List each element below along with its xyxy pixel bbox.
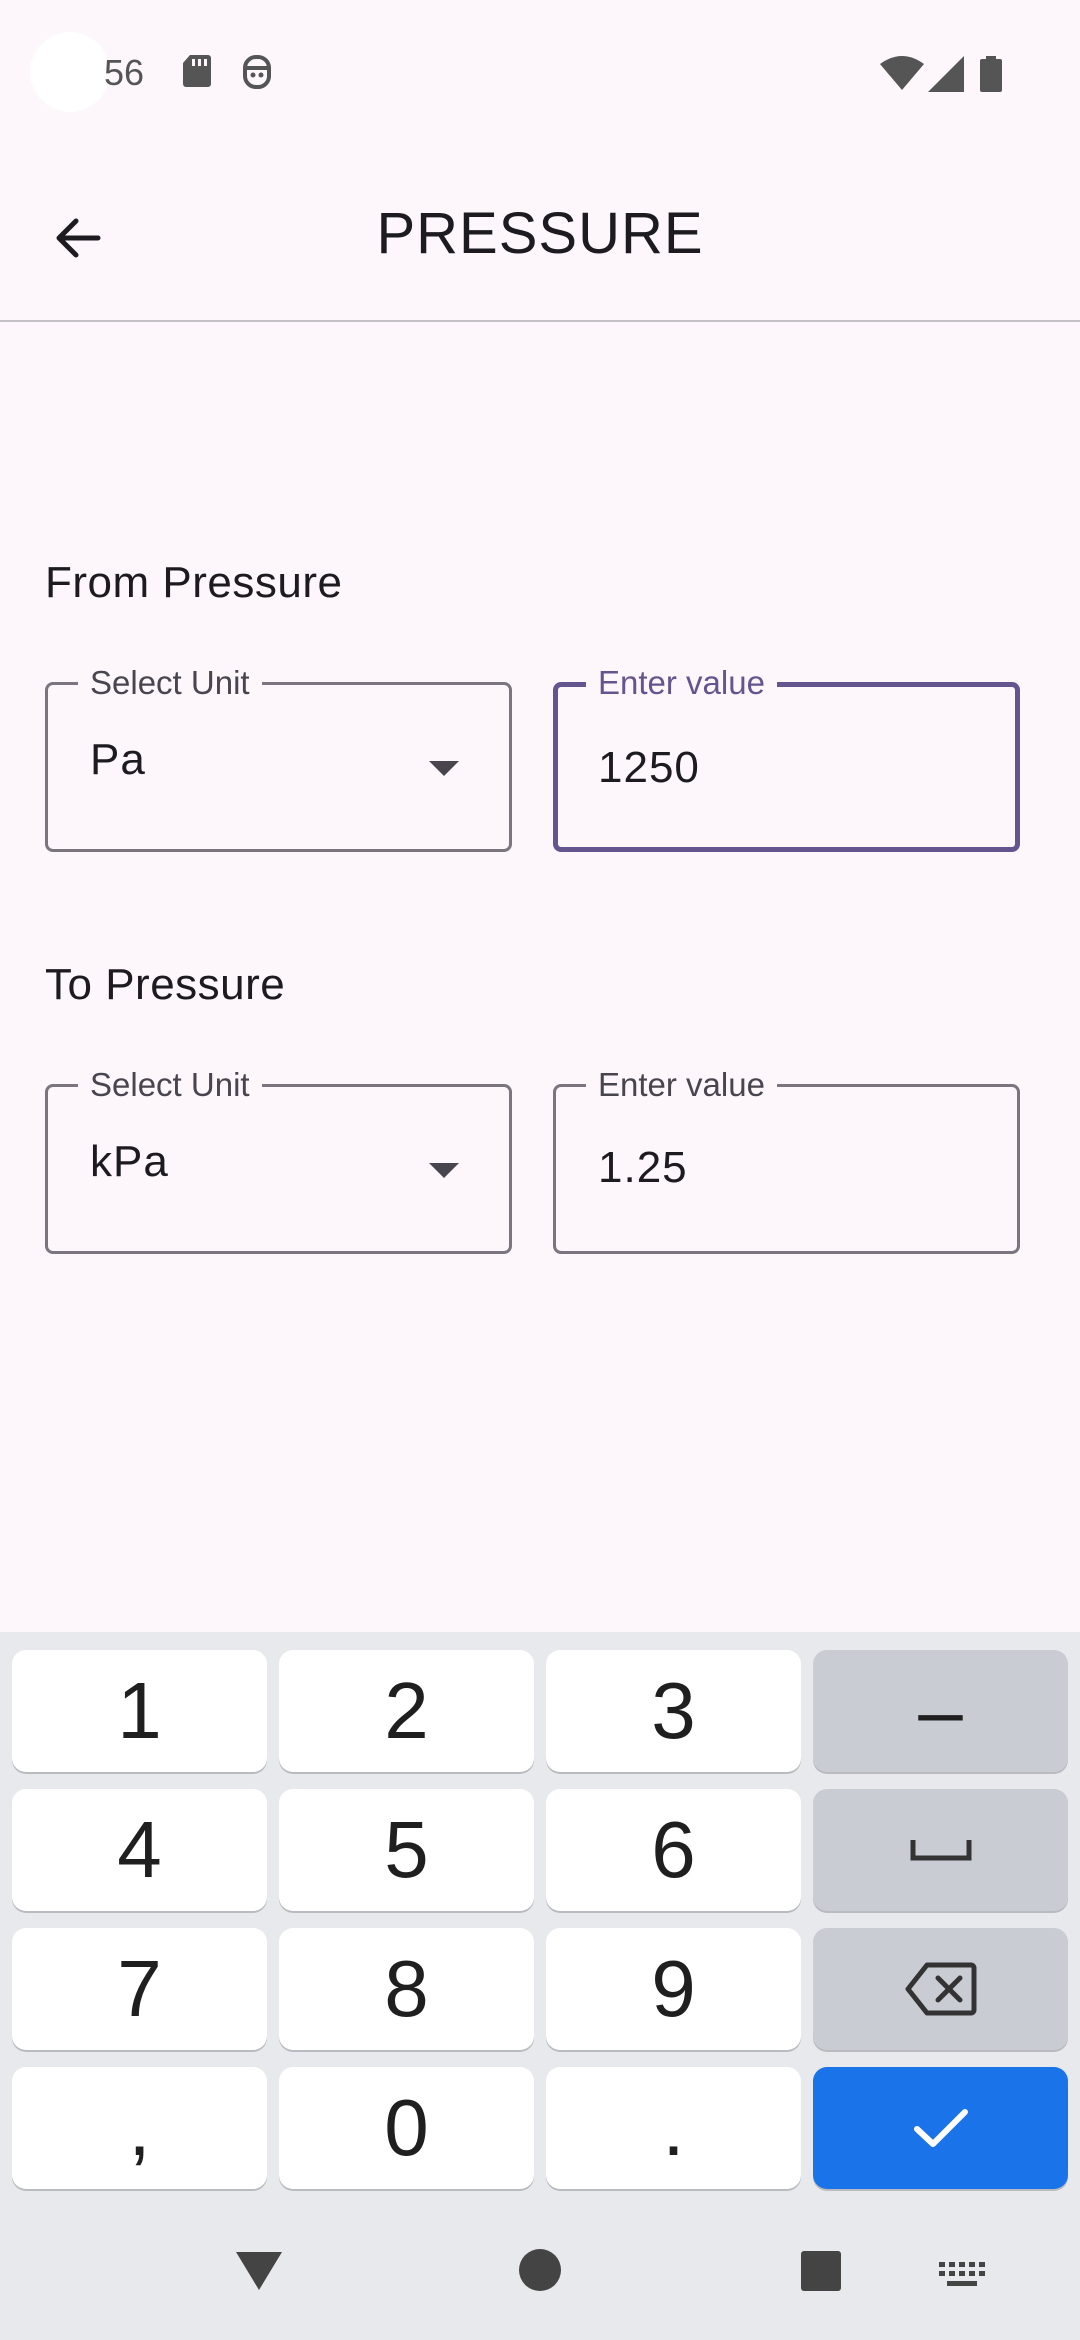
sd-card-icon: [183, 55, 211, 87]
wifi-icon: [880, 56, 924, 90]
battery-icon: [980, 56, 1002, 92]
key-9[interactable]: 9: [546, 1928, 801, 2050]
accessibility-icon: [243, 55, 271, 89]
from-value-input[interactable]: Enter value 1250: [553, 663, 1020, 852]
nav-home-icon[interactable]: [518, 2248, 562, 2292]
key-7[interactable]: 7: [12, 1928, 267, 2050]
key-0[interactable]: 0: [279, 2067, 534, 2189]
dropdown-arrow-icon: [429, 1163, 459, 1178]
to-value-input[interactable]: Enter value 1.25: [553, 1065, 1020, 1254]
page-title: PRESSURE: [376, 201, 704, 266]
cell-signal-icon: [928, 56, 964, 92]
key-backspace[interactable]: [813, 1928, 1068, 2050]
keyboard-switch-icon[interactable]: [938, 2260, 986, 2290]
key-comma[interactable]: ,: [12, 2067, 267, 2189]
arrow-back-icon: [56, 218, 101, 258]
backspace-icon: [905, 1962, 976, 2016]
key-3[interactable]: 3: [546, 1650, 801, 1772]
nav-back-icon[interactable]: [234, 2250, 284, 2292]
check-icon: [913, 2109, 968, 2147]
key-period[interactable]: .: [546, 2067, 801, 2189]
key-4[interactable]: 4: [12, 1789, 267, 1911]
status-time: 56: [104, 52, 145, 93]
from-unit-legend: Select Unit: [78, 663, 262, 703]
from-value-text: 1250: [598, 743, 700, 792]
navigation-bar: [0, 2196, 1080, 2340]
key-5[interactable]: 5: [279, 1789, 534, 1911]
camera-cutout: [30, 32, 110, 112]
app-bar: PRESSURE: [0, 150, 1080, 322]
to-unit-value: kPa: [90, 1137, 169, 1186]
key-space[interactable]: [813, 1789, 1068, 1911]
key-1[interactable]: 1: [12, 1650, 267, 1772]
status-bar: 56: [0, 0, 1080, 150]
key-8[interactable]: 8: [279, 1928, 534, 2050]
to-unit-legend: Select Unit: [78, 1065, 262, 1105]
to-unit-dropdown[interactable]: Select Unit kPa: [45, 1065, 512, 1254]
to-value-text: 1.25: [598, 1143, 688, 1192]
from-unit-dropdown[interactable]: Select Unit Pa: [45, 663, 512, 852]
nav-recents-icon[interactable]: [800, 2250, 842, 2292]
to-value-legend: Enter value: [586, 1065, 777, 1105]
key-enter[interactable]: [813, 2067, 1068, 2189]
back-button[interactable]: [40, 200, 116, 276]
dropdown-arrow-icon: [429, 761, 459, 776]
to-section-label: To Pressure: [45, 960, 286, 1009]
key-6[interactable]: 6: [546, 1789, 801, 1911]
space-bar-icon: [910, 1840, 971, 1861]
key-minus[interactable]: –: [813, 1650, 1068, 1772]
key-2[interactable]: 2: [279, 1650, 534, 1772]
from-section-label: From Pressure: [45, 558, 343, 607]
from-value-legend: Enter value: [586, 663, 777, 703]
from-unit-value: Pa: [90, 735, 146, 784]
